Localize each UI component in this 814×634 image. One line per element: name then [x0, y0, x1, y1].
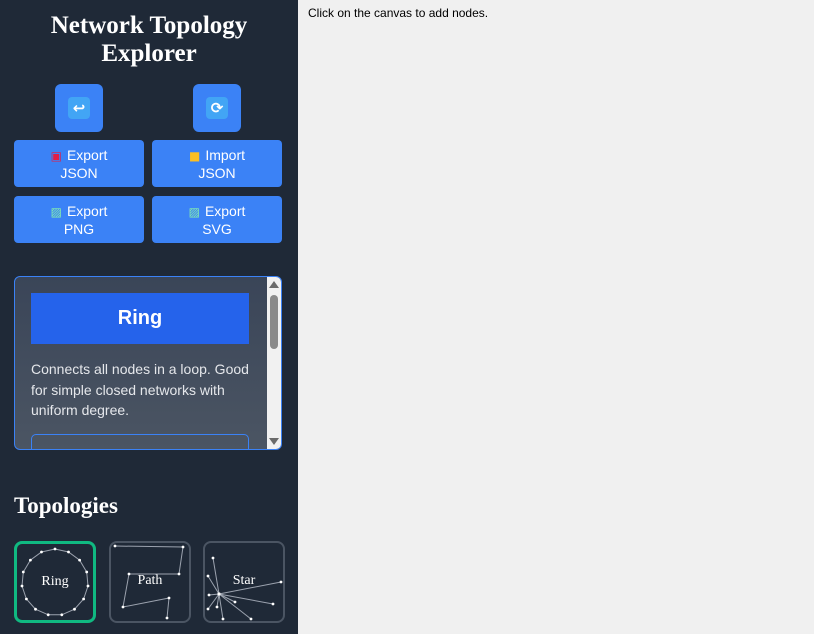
app-title: Network Topology Explorer	[50, 12, 248, 67]
topology-card-star[interactable]: Star	[203, 541, 285, 623]
import-json-label-2: JSON	[198, 165, 236, 181]
folder-icon: ■	[188, 149, 201, 163]
scroll-up-arrow-icon[interactable]	[269, 281, 279, 288]
floppy-disk-icon: ▣	[50, 149, 62, 163]
export-svg-label-1: Export	[204, 203, 246, 219]
export-json-label-1: Export	[66, 147, 108, 163]
panel-scrollbar[interactable]	[267, 277, 281, 449]
refresh-icon: ⟳	[206, 97, 228, 119]
undo-icon: ↩	[68, 97, 90, 119]
topology-info-heading: Ring	[31, 293, 249, 344]
next-info-card	[31, 434, 249, 449]
export-png-label-1: Export	[66, 203, 108, 219]
sidebar: Network Topology Explorer ↩ ⟳ ▣ Export JS…	[0, 0, 298, 634]
scroll-thumb[interactable]	[270, 295, 278, 349]
topology-card-label: Ring	[41, 574, 69, 589]
canvas-hint: Click on the canvas to add nodes.	[308, 6, 489, 20]
topology-card-label: Path	[137, 573, 163, 588]
import-json-label-1: Import	[205, 147, 246, 163]
export-svg-button[interactable]: ▨ Export SVG	[152, 196, 282, 243]
import-json-button[interactable]: ■ Import JSON	[152, 140, 282, 187]
undo-button[interactable]: ↩	[55, 84, 103, 132]
reset-button[interactable]: ⟳	[193, 84, 241, 132]
export-json-label-2: JSON	[60, 165, 98, 181]
topology-info-panel[interactable]: Ring Connects all nodes in a loop. Good …	[14, 276, 282, 450]
export-json-button[interactable]: ▣ Export JSON	[14, 140, 144, 187]
topology-info-description: Connects all nodes in a loop. Good for s…	[31, 361, 249, 418]
topologies-title: Topologies	[14, 493, 118, 518]
topology-card-path[interactable]: Path	[109, 541, 191, 623]
topology-card-label: Star	[232, 573, 256, 588]
export-svg-label-2: SVG	[202, 221, 232, 237]
scroll-down-arrow-icon[interactable]	[269, 438, 279, 445]
export-png-button[interactable]: ▨ Export PNG	[14, 196, 144, 243]
export-png-label-2: PNG	[63, 221, 95, 237]
topology-card-ring[interactable]: Ring	[14, 541, 96, 623]
picture-icon: ▨	[50, 205, 62, 219]
network-canvas[interactable]: Click on the canvas to add nodes.	[298, 0, 814, 634]
picture-icon: ▨	[188, 205, 200, 219]
